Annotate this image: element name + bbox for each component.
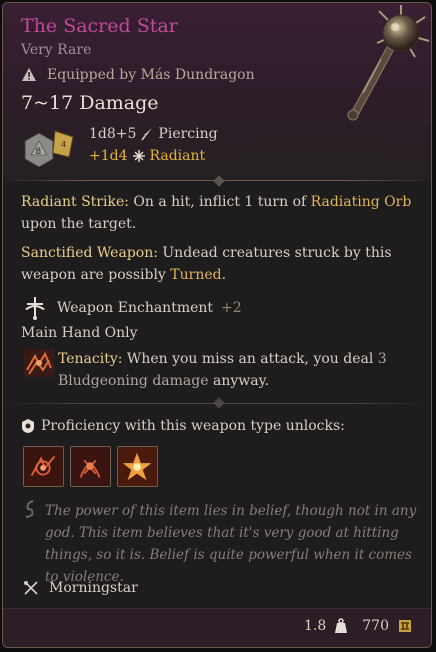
tenacity-text: When you miss an attack, you deal bbox=[122, 351, 378, 367]
dice-face-label: 8 bbox=[36, 147, 42, 157]
sanctified-text-end: . bbox=[221, 267, 227, 283]
weapon-action-3-icon[interactable] bbox=[117, 446, 158, 487]
gold-value: 770 bbox=[362, 618, 389, 634]
damage-dice-line: 1d8+5 Piercing bbox=[89, 126, 218, 142]
divider-gem-2 bbox=[213, 397, 225, 409]
weapon-enchantment: Weapon Enchantment +2 bbox=[21, 295, 242, 321]
flavor-text: The power of this item lies in belief, t… bbox=[45, 503, 417, 585]
weapon-type-label: Morningstar bbox=[49, 580, 138, 596]
equipped-by-text: Equipped by Más Dundragon bbox=[47, 67, 255, 83]
proficiency-label: Proficiency with this weapon type unlock… bbox=[41, 418, 345, 434]
item-rarity: Very Rare bbox=[21, 42, 92, 58]
enchantment-icon bbox=[25, 297, 45, 320]
tenacity-passive: Tenacity: When you miss an attack, you d… bbox=[58, 348, 418, 392]
bludgeoning-damage: Bludgeoning damage bbox=[58, 373, 209, 389]
radiating-orb-link[interactable]: Radiating Orb bbox=[311, 194, 412, 210]
item-tooltip: The Sacred Star Very Rare Equipped by Má… bbox=[2, 2, 432, 648]
weapon-action-2-icon[interactable] bbox=[70, 446, 111, 487]
bonus-dice: +1d4 bbox=[89, 148, 128, 164]
weight-value: 1.8 bbox=[304, 618, 327, 634]
tenacity-title: Tenacity: bbox=[58, 351, 123, 367]
footer-stats: 1.8 770 bbox=[304, 618, 413, 634]
weapon-actions bbox=[23, 446, 158, 487]
radiant-strike-passive: Radiant Strike: On a hit, inflict 1 turn… bbox=[21, 191, 416, 235]
tenacity-text-end: anyway. bbox=[208, 373, 270, 389]
weapon-action-1-icon[interactable] bbox=[23, 446, 64, 487]
radiant-strike-text: On a hit, inflict 1 turn of bbox=[128, 194, 311, 210]
svg-text:4: 4 bbox=[61, 140, 66, 149]
enchantment-label: Weapon Enchantment bbox=[57, 300, 214, 316]
item-title: The Sacred Star bbox=[21, 15, 178, 37]
radiant-strike-text-end: upon the target. bbox=[21, 216, 137, 232]
equipped-by-line: Equipped by Más Dundragon bbox=[21, 67, 255, 83]
weapon-type: Morningstar bbox=[23, 580, 138, 596]
radiant-icon bbox=[132, 150, 145, 162]
bonus-damage-line: +1d4 Radiant bbox=[89, 148, 205, 164]
main-hand-only: Main Hand Only bbox=[21, 325, 138, 341]
proficiency-icon bbox=[22, 419, 34, 433]
proficiency-line: Proficiency with this weapon type unlock… bbox=[21, 418, 345, 434]
tenacity-icon bbox=[24, 349, 54, 377]
enchantment-value: +2 bbox=[221, 300, 242, 316]
tooltip-footer: 1.8 770 bbox=[3, 608, 431, 647]
tenacity-damage-number: 3 bbox=[377, 351, 387, 367]
damage-total: 7~17 Damage bbox=[21, 92, 159, 114]
flavor-quote-icon bbox=[25, 500, 34, 518]
radiant-strike-title: Radiant Strike: bbox=[21, 194, 129, 210]
gold-coin-icon bbox=[399, 620, 411, 632]
bonus-type: Radiant bbox=[149, 148, 206, 164]
morningstar-art bbox=[347, 5, 430, 121]
weight-icon bbox=[335, 618, 348, 633]
damage-dice: 1d8+5 bbox=[89, 126, 137, 142]
warning-icon bbox=[22, 68, 36, 81]
piercing-icon bbox=[141, 128, 153, 141]
sanctified-title: Sanctified Weapon: bbox=[21, 245, 158, 261]
damage-type: Piercing bbox=[158, 126, 218, 142]
turned-link[interactable]: Turned bbox=[170, 267, 221, 283]
dice-icon: 4 8 bbox=[24, 130, 74, 168]
sanctified-weapon-passive: Sanctified Weapon: Undead creatures stru… bbox=[21, 242, 416, 286]
weapon-type-icon bbox=[24, 581, 38, 595]
